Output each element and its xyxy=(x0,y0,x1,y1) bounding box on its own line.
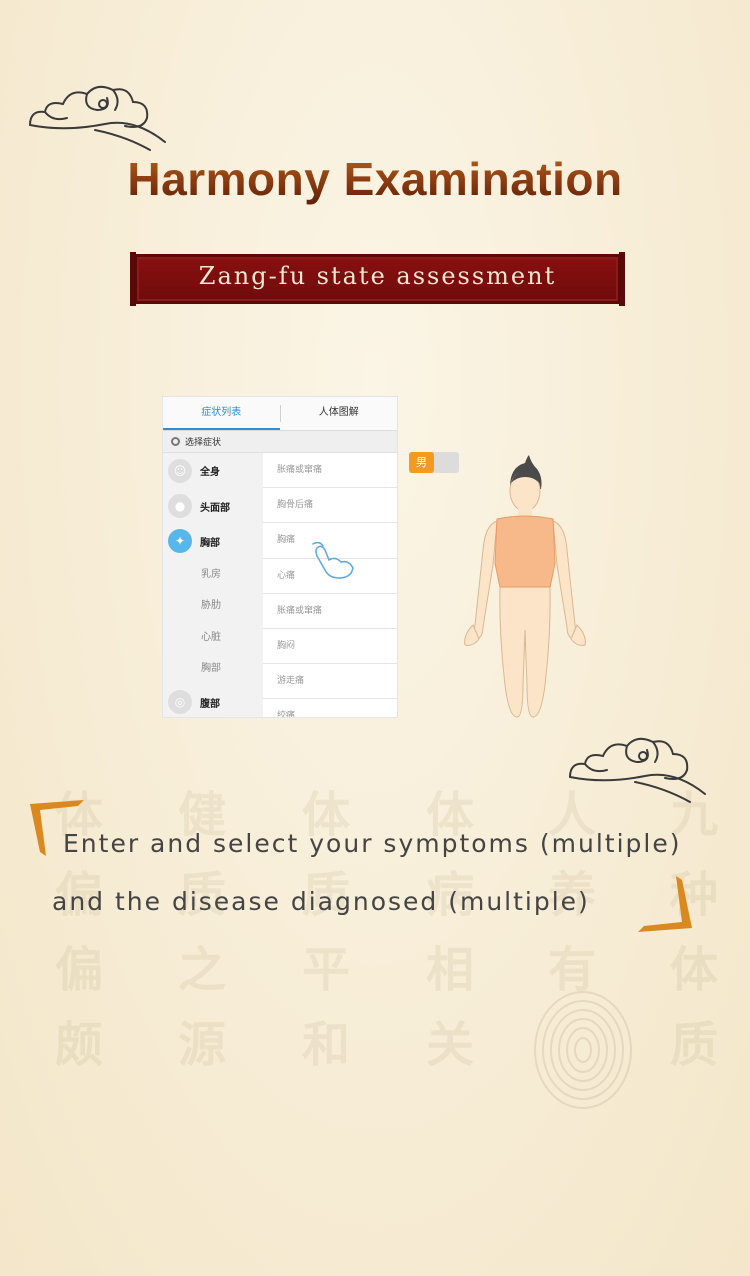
gender-toggle[interactable]: 男 xyxy=(409,452,459,473)
symptom-item[interactable]: 游走痛 xyxy=(263,664,397,700)
watermark-char: 质 xyxy=(670,1017,719,1073)
watermark-char: 和 xyxy=(302,1017,351,1073)
abdomen-icon: ◎ xyxy=(168,690,192,715)
category-label: 头面部 xyxy=(200,502,230,514)
watermark-char: 偏 xyxy=(55,942,104,998)
category-list: ☺ 全身 ● 头面部 ✦ 胸部 乳房 胁肋 心脏 胸部 ◎ 腹部 xyxy=(163,453,263,717)
category-label: 全身 xyxy=(200,467,220,479)
symptom-item[interactable]: 绞痛 xyxy=(263,699,397,717)
subcategory-item[interactable]: 胸部 xyxy=(163,653,263,684)
banner-text: Zang-fu state assessment xyxy=(198,262,557,290)
fingerprint-icon xyxy=(534,991,632,1109)
category-head-face[interactable]: ● 头面部 xyxy=(163,488,263,523)
cloud-icon xyxy=(569,737,706,803)
app-screenshot: 症状列表 人体图解 选择症状 ☺ 全身 ● 头面部 ✦ 胸部 乳房 胁肋 心脏 … xyxy=(162,396,398,718)
symptom-item[interactable]: 胸骨后痛 xyxy=(263,488,397,524)
category-label: 腹部 xyxy=(200,698,220,710)
category-chest[interactable]: ✦ 胸部 xyxy=(163,524,263,559)
watermark-char: 相 xyxy=(426,942,475,998)
tab-body-diagram[interactable]: 人体图解 xyxy=(281,397,398,430)
cloud-icon xyxy=(29,85,166,151)
section-banner: Zang-fu state assessment xyxy=(130,252,625,306)
category-abdomen[interactable]: ◎ 腹部 xyxy=(163,684,263,717)
gender-toggle-male[interactable]: 男 xyxy=(409,452,434,473)
subcategory-item[interactable]: 胁肋 xyxy=(163,590,263,621)
page-title: Harmony Examination xyxy=(0,152,750,206)
watermark-char: 之 xyxy=(178,942,227,998)
symptom-item[interactable]: 胸闷 xyxy=(263,629,397,665)
category-label: 胸部 xyxy=(200,537,220,549)
tab-bar: 症状列表 人体图解 xyxy=(163,397,397,431)
select-symptom-label: 选择症状 xyxy=(185,438,222,448)
tap-hand-icon xyxy=(312,542,354,579)
subcategory-item[interactable]: 乳房 xyxy=(163,559,263,590)
symptom-list: 胀痛或窜痛 胸骨后痛 胸痛 心痛 胀痛或窜痛 胸闷 游走痛 绞痛 xyxy=(263,453,397,717)
head-icon: ● xyxy=(168,494,192,519)
description-line-1: Enter and select your symptoms (multiple… xyxy=(63,829,682,858)
chest-icon: ✦ xyxy=(168,529,192,554)
page: 体 健 体 体 人 九 偏 质 质 病 养 种 偏 之 平 相 有 体 颇 源 … xyxy=(0,0,750,1276)
description-line-2: and the disease diagnosed (multiple) xyxy=(52,887,590,916)
watermark-char: 源 xyxy=(178,1017,227,1073)
subcategory-item[interactable]: 心脏 xyxy=(163,622,263,653)
human-body-figure[interactable] xyxy=(455,455,595,720)
symptom-item[interactable]: 胀痛或窜痛 xyxy=(263,594,397,629)
watermark-char: 颇 xyxy=(55,1017,104,1073)
watermark-char: 体 xyxy=(670,942,719,998)
body-icon: ☺ xyxy=(168,458,192,483)
watermark-char: 平 xyxy=(302,942,351,998)
watermark-char: 关 xyxy=(426,1017,475,1073)
tab-symptom-list[interactable]: 症状列表 xyxy=(163,397,280,430)
select-symptom-row: 选择症状 xyxy=(163,431,397,453)
category-whole-body[interactable]: ☺ 全身 xyxy=(163,453,263,488)
symptom-item[interactable]: 胀痛或窜痛 xyxy=(263,453,397,489)
radio-icon xyxy=(171,437,180,446)
